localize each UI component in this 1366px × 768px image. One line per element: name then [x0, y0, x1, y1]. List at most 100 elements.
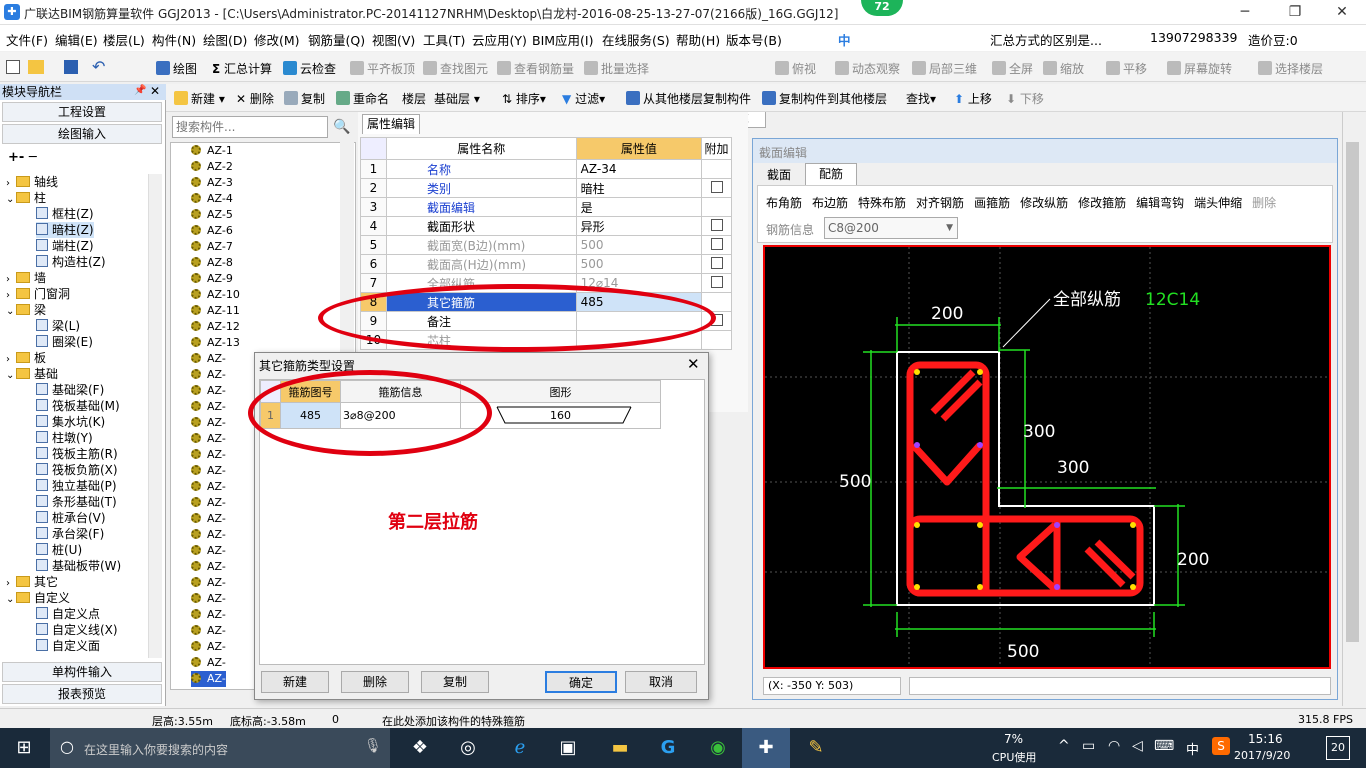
prop-value[interactable]: 500 [575, 254, 703, 274]
filter-button[interactable]: ▼ 过滤▾ [562, 90, 605, 107]
section-tool-button[interactable]: 布角筋 [766, 196, 802, 210]
extra-checkbox[interactable] [710, 256, 723, 269]
keyboard-icon[interactable]: ⌨ [1154, 738, 1174, 754]
dialog-copy-button[interactable]: 复制 [421, 671, 489, 693]
undo-icon[interactable]: ↶ [92, 57, 105, 76]
prop-value[interactable]: 是 [575, 197, 703, 217]
find-button[interactable]: 查找▾ [906, 90, 936, 107]
prop-value[interactable]: 500 [575, 235, 703, 255]
open-file-icon[interactable] [28, 60, 44, 74]
property-row[interactable]: 2 类别 暗柱 [360, 178, 732, 198]
delete-component-button[interactable]: ✕ 删除 [236, 90, 274, 107]
prop-extra[interactable] [701, 273, 732, 293]
nav-tree-item[interactable]: 框柱(Z) [36, 206, 94, 222]
nav-tree-item[interactable]: 柱墩(Y) [36, 430, 93, 446]
top-view-button[interactable]: 俯视 [775, 60, 816, 77]
prop-extra[interactable] [701, 159, 732, 179]
close-icon[interactable]: ✕ [1322, 2, 1362, 22]
battery-icon[interactable]: ▭ [1082, 738, 1095, 754]
notification-badge[interactable]: 20 [1326, 736, 1350, 760]
tray-arrow-icon[interactable]: ^ [1058, 738, 1070, 754]
command-line[interactable] [909, 677, 1331, 695]
component-list-item[interactable]: AZ- [191, 431, 226, 447]
move-down-button[interactable]: ⬇ 下移 [1006, 90, 1044, 107]
menu-edit[interactable]: 编辑(E) [55, 30, 98, 49]
component-list-item[interactable]: AZ- [191, 623, 226, 639]
search-input[interactable]: 搜索构件... [172, 116, 328, 138]
component-list-item[interactable]: AZ-5 [191, 207, 233, 223]
nav-tree-item[interactable]: 圈梁(E) [36, 334, 93, 350]
right-scrollbar[interactable] [1342, 112, 1362, 706]
nav-tree-item[interactable]: 筏板主筋(R) [36, 446, 118, 462]
copy-to-floor-button[interactable]: 复制构件到其他楼层 [762, 90, 887, 107]
sum-calc-button[interactable]: Σ 汇总计算 [212, 60, 272, 77]
component-list-item[interactable]: AZ-13 [191, 335, 240, 351]
new-file-icon[interactable] [6, 60, 20, 74]
prop-extra[interactable] [701, 197, 732, 217]
prop-value[interactable]: 暗柱 [575, 178, 703, 198]
extra-checkbox[interactable] [710, 180, 723, 193]
menu-component[interactable]: 构件(N) [152, 30, 196, 49]
app-icon[interactable]: ✚ [4, 4, 20, 20]
new-component-button[interactable]: 新建 ▾ [174, 90, 225, 107]
menu-tools[interactable]: 工具(T) [423, 30, 465, 49]
menu-file[interactable]: 文件(F) [6, 30, 48, 49]
tree-expander-icon[interactable]: ⌄ [6, 368, 16, 384]
component-list-item[interactable]: AZ- [191, 367, 226, 383]
prop-extra[interactable] [701, 178, 732, 198]
component-list-item[interactable]: AZ- [191, 351, 226, 367]
section-tool-button[interactable]: 特殊布筋 [858, 196, 906, 210]
extra-checkbox[interactable] [710, 237, 723, 250]
nav-tree-item[interactable]: 条形基础(T) [36, 494, 117, 510]
nav-tree-item[interactable]: 桩承台(V) [36, 510, 106, 526]
dialog-new-button[interactable]: 新建 [261, 671, 329, 693]
fullscreen-button[interactable]: 全屏 [992, 60, 1033, 77]
section-tool-button[interactable]: 对齐钢筋 [916, 196, 964, 210]
component-list-item[interactable]: AZ-4 [191, 191, 233, 207]
menu-draw[interactable]: 绘图(D) [203, 30, 247, 49]
user-phone[interactable]: 13907298339 [1150, 30, 1237, 45]
component-list-item[interactable]: AZ-10 [191, 287, 240, 303]
component-list-item[interactable]: AZ- [191, 543, 226, 559]
rename-button[interactable]: 重命名 [336, 90, 389, 107]
notes-app-icon[interactable]: ✎ [792, 728, 840, 768]
tree-expander-icon[interactable]: ⌄ [6, 304, 16, 320]
dialog-cancel-button[interactable]: 取消 [625, 671, 697, 693]
component-list-item[interactable]: AZ- [191, 559, 226, 575]
section-tool-button[interactable]: 布边筋 [812, 196, 848, 210]
nav-tree-item[interactable]: ⌄ 自定义 [6, 590, 70, 606]
component-list-item[interactable]: AZ- [191, 447, 226, 463]
prop-extra[interactable] [701, 330, 732, 350]
component-list-item[interactable]: AZ- [191, 495, 226, 511]
nav-close-icon[interactable]: ✕ [150, 84, 160, 98]
save-icon[interactable] [64, 60, 78, 74]
component-list-item[interactable]: AZ-11 [191, 303, 240, 319]
cloud-check-button[interactable]: 云检查 [283, 60, 336, 77]
edge-icon[interactable]: ℯ [496, 728, 544, 768]
component-list-item[interactable]: AZ- [191, 479, 226, 495]
nav-tree-item[interactable]: 自定义线(X) [36, 622, 118, 638]
nav-tree-item[interactable]: 端柱(Z) [36, 238, 94, 254]
nav-tree-item[interactable]: 自定义点 [36, 606, 100, 622]
nav-tree-item[interactable]: 梁(L) [36, 318, 80, 334]
sort-button[interactable]: ⇅ 排序▾ [502, 90, 546, 107]
section-tool-button[interactable]: 画箍筋 [974, 196, 1010, 210]
nav-tree-item[interactable]: 基础板带(W) [36, 558, 121, 574]
move-up-button[interactable]: ⬆ 上移 [954, 90, 992, 107]
sogou-tray-icon[interactable]: S [1212, 737, 1230, 755]
component-list-item[interactable]: AZ- [191, 655, 226, 671]
prop-extra[interactable] [701, 216, 732, 236]
component-list-item[interactable]: AZ- [191, 415, 226, 431]
tab-section[interactable]: 截面 [759, 165, 799, 185]
component-list-item[interactable]: AZ-3 [191, 175, 233, 191]
property-row[interactable]: 5 截面宽(B边)(mm) 500 [360, 235, 732, 255]
section-tool-button[interactable]: 编辑弯钩 [1136, 196, 1184, 210]
section-canvas[interactable]: 全部纵筋 12C14 200 300 300 500 200 500 [763, 245, 1331, 669]
task-view-icon[interactable]: ❖ [396, 728, 444, 768]
prop-extra[interactable] [701, 235, 732, 255]
view-rebar-button[interactable]: 查看钢筋量 [497, 60, 574, 77]
glodon-g-icon[interactable]: G [644, 728, 692, 768]
draw-button[interactable]: 绘图 [156, 60, 197, 77]
search-icon[interactable]: 🔍 [333, 119, 350, 135]
prop-extra[interactable] [701, 254, 732, 274]
